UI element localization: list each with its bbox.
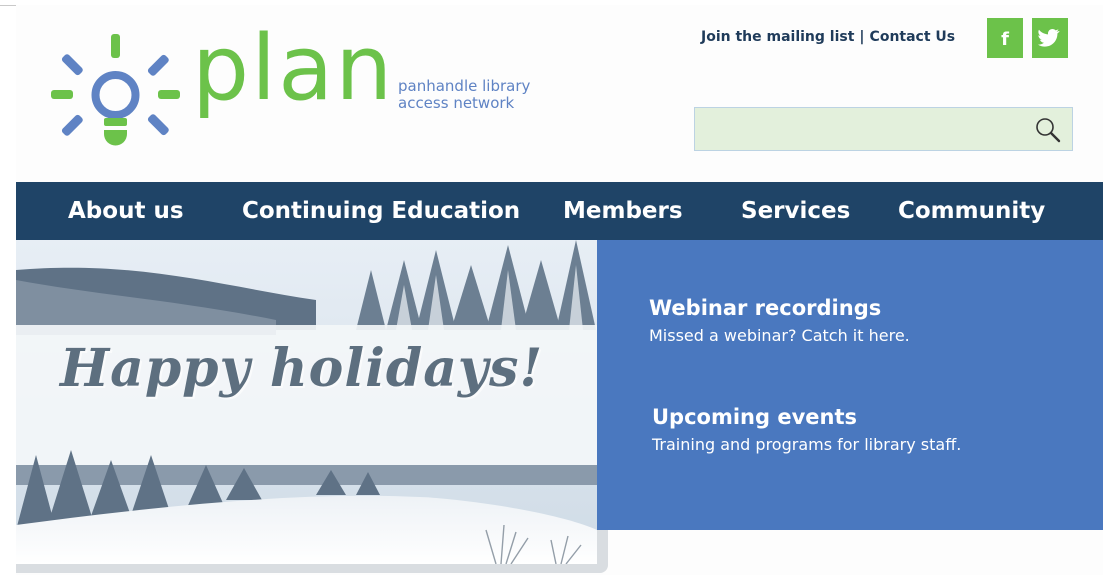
page: plan panhandle library access network Jo… <box>16 5 1103 575</box>
promo-panel: Webinar recordings Missed a webinar? Cat… <box>597 240 1103 530</box>
promo-item-webinars[interactable]: Webinar recordings Missed a webinar? Cat… <box>649 296 910 345</box>
twitter-icon <box>1038 29 1060 47</box>
nav-item-members[interactable]: Members <box>563 182 683 240</box>
logo-wordmark: plan <box>192 16 395 121</box>
hero-banner[interactable]: Happy holidays! <box>16 240 597 564</box>
nav-item-services[interactable]: Services <box>741 182 850 240</box>
svg-text:f: f <box>1001 29 1009 50</box>
nav-item-continuing-education[interactable]: Continuing Education <box>242 182 520 240</box>
search-icon <box>1036 118 1061 143</box>
link-separator: | <box>859 29 865 45</box>
contact-us-link[interactable]: Contact Us <box>870 29 956 45</box>
search-box <box>694 107 1073 151</box>
promo-description: Missed a webinar? Catch it here. <box>649 326 910 345</box>
page-margin <box>1103 5 1119 575</box>
site-logo[interactable]: plan panhandle library access network <box>51 24 571 162</box>
facebook-button[interactable]: f <box>987 18 1023 58</box>
promo-title: Upcoming events <box>652 405 857 429</box>
promo-description: Training and programs for library staff. <box>652 435 962 454</box>
nav-item-community[interactable]: Community <box>898 182 1045 240</box>
utility-links: Join the mailing list | Contact Us <box>701 29 955 45</box>
search-button[interactable] <box>1034 116 1062 144</box>
twitter-button[interactable] <box>1032 18 1068 58</box>
search-input[interactable] <box>695 108 1035 150</box>
logo-tagline-line1: panhandle library <box>398 77 531 95</box>
facebook-icon: f <box>1001 29 1009 50</box>
lightbulb-icon <box>51 34 180 146</box>
hero-title: Happy holidays! <box>60 338 544 399</box>
promo-title: Webinar recordings <box>649 296 882 320</box>
mailing-list-link[interactable]: Join the mailing list <box>701 29 854 45</box>
nav-item-about-us[interactable]: About us <box>68 182 184 240</box>
promo-item-events[interactable]: Upcoming events Training and programs fo… <box>652 405 961 454</box>
snowy-forest-image <box>16 240 597 564</box>
main-nav: About us Continuing Education Members Se… <box>16 182 1103 240</box>
logo-tagline-line2: access network <box>398 94 515 112</box>
logo-tagline: panhandle library access network <box>398 78 578 112</box>
